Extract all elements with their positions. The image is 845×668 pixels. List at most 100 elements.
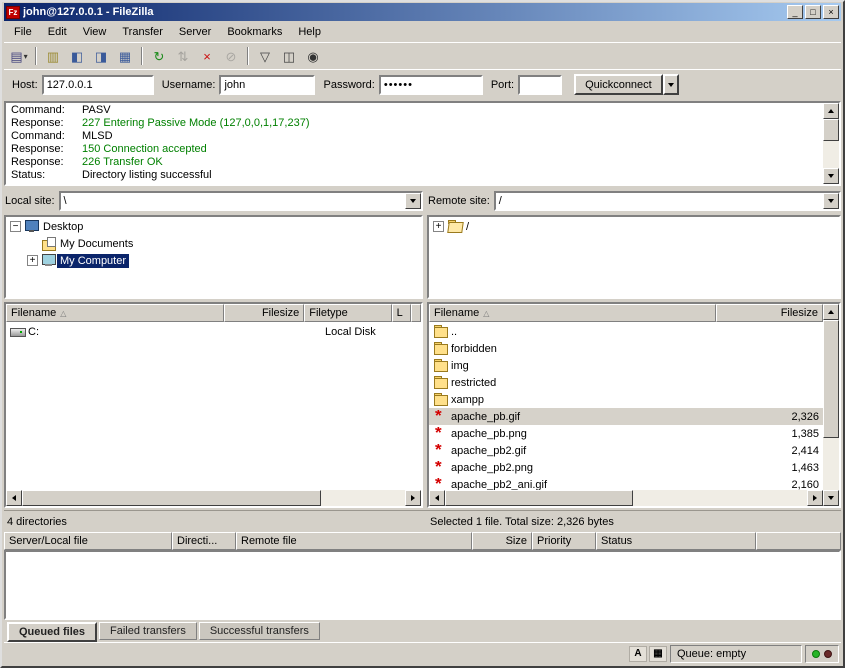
tree-item[interactable]: −Desktop <box>6 218 421 235</box>
transfer-type-icon[interactable]: A <box>629 646 647 662</box>
site-manager-button[interactable]: ▤▾ <box>7 45 31 67</box>
close-button[interactable]: × <box>823 5 839 19</box>
column-header-server-local-file[interactable]: Server/Local file <box>4 532 172 550</box>
disconnect-button: ⊘ <box>219 45 243 67</box>
remote-tree[interactable]: +/ <box>427 215 841 299</box>
cancel-button[interactable]: × <box>195 45 219 67</box>
column-header-priority[interactable]: Priority <box>532 532 596 550</box>
find-files-button[interactable]: ◉ <box>301 45 325 67</box>
file-row[interactable]: apache_pb.png1,385 <box>429 425 823 442</box>
column-header-filesize[interactable]: Filesize <box>224 304 304 322</box>
file-row[interactable]: C:Local Disk <box>6 323 421 340</box>
log-scrollbar[interactable] <box>823 103 839 184</box>
local-site-combo[interactable]: \ <box>59 191 423 211</box>
scroll-thumb[interactable] <box>22 490 321 506</box>
title-bar[interactable]: Fz john@127.0.0.1 - FileZilla _□× <box>4 3 841 21</box>
username-input[interactable] <box>219 75 315 95</box>
menu-item-transfer[interactable]: Transfer <box>114 24 171 40</box>
column-header-filesize[interactable]: Filesize <box>716 304 823 322</box>
column-header-directi[interactable]: Directi... <box>172 532 236 550</box>
file-row[interactable]: apache_pb2.png1,463 <box>429 459 823 476</box>
menu-item-bookmarks[interactable]: Bookmarks <box>219 24 290 40</box>
tab-successful-transfers[interactable]: Successful transfers <box>199 622 320 640</box>
username-label: Username: <box>162 79 216 91</box>
queue-toggle-button[interactable]: ▦ <box>113 45 137 67</box>
file-row[interactable]: apache_pb2.gif2,414 <box>429 442 823 459</box>
directory-comparison-button[interactable]: ◫ <box>277 45 301 67</box>
column-header-remote-file[interactable]: Remote file <box>236 532 472 550</box>
scroll-thumb[interactable] <box>823 119 839 141</box>
scroll-track[interactable] <box>445 490 807 506</box>
message-log-toggle-button[interactable]: ▥ <box>41 45 65 67</box>
tab-queued-files[interactable]: Queued files <box>7 622 97 642</box>
menu-item-view[interactable]: View <box>75 24 115 40</box>
file-row[interactable]: xampp <box>429 391 823 408</box>
scroll-thumb[interactable] <box>445 490 633 506</box>
menu-item-edit[interactable]: Edit <box>40 24 75 40</box>
socket-indicator-icon[interactable]: ▦ <box>649 646 667 662</box>
column-header-filetype[interactable]: Filetype <box>304 304 391 322</box>
scroll-down-button[interactable] <box>823 490 839 506</box>
menu-item-server[interactable]: Server <box>171 24 219 40</box>
scroll-track[interactable] <box>823 320 839 490</box>
password-input[interactable] <box>379 75 483 95</box>
file-name: apache_pb2_ani.gif <box>451 479 547 491</box>
scroll-up-button[interactable] <box>823 304 839 320</box>
port-input[interactable] <box>518 75 562 95</box>
collapse-icon[interactable]: − <box>10 221 21 232</box>
column-header-filename[interactable]: Filename△ <box>6 304 224 322</box>
local-file-list-body[interactable]: C:Local Disk <box>6 322 421 490</box>
local-horizontal-scrollbar[interactable] <box>6 490 421 506</box>
remote-site-combo[interactable]: / <box>494 191 841 211</box>
column-header-size[interactable]: Size <box>472 532 532 550</box>
local-tree[interactable]: −DesktopMy Documents+My Computer <box>4 215 423 299</box>
file-row[interactable]: apache_pb.gif2,326 <box>429 408 823 425</box>
scroll-left-button[interactable] <box>429 490 445 506</box>
file-row[interactable]: .. <box>429 323 823 340</box>
scroll-track[interactable] <box>823 119 839 168</box>
local-tree-toggle-button[interactable]: ◧ <box>65 45 89 67</box>
tab-failed-transfers[interactable]: Failed transfers <box>99 622 197 640</box>
remote-file-list-body[interactable]: ..forbiddenimgrestrictedxamppapache_pb.g… <box>429 322 823 490</box>
column-header-filename[interactable]: Filename△ <box>429 304 716 322</box>
toolbar-separator <box>35 47 37 65</box>
column-header-status[interactable]: Status <box>596 532 756 550</box>
scroll-right-button[interactable] <box>405 490 421 506</box>
filezilla-app-icon: Fz <box>6 6 20 19</box>
queue-body[interactable] <box>4 550 841 620</box>
minimize-button[interactable]: _ <box>787 5 803 19</box>
remote-vertical-scrollbar[interactable] <box>823 304 839 506</box>
local-site-dropdown-button[interactable] <box>405 193 421 209</box>
expand-icon[interactable]: + <box>27 255 38 266</box>
file-row[interactable]: img <box>429 357 823 374</box>
file-row[interactable]: apache_pb2_ani.gif2,160 <box>429 476 823 490</box>
scroll-down-button[interactable] <box>823 168 839 184</box>
maximize-button[interactable]: □ <box>805 5 821 19</box>
file-name-cell: apache_pb2.png <box>429 461 716 474</box>
queue-header: Server/Local fileDirecti...Remote fileSi… <box>4 532 841 550</box>
quickconnect-button[interactable]: Quickconnect <box>574 74 663 95</box>
tree-item[interactable]: +My Computer <box>6 252 421 269</box>
remote-horizontal-scrollbar[interactable] <box>429 490 823 506</box>
file-row[interactable]: forbidden <box>429 340 823 357</box>
scroll-right-button[interactable] <box>807 490 823 506</box>
tree-item[interactable]: My Documents <box>6 235 421 252</box>
queue-tabs: Queued filesFailed transfersSuccessful t… <box>4 620 841 642</box>
host-input[interactable] <box>42 75 154 95</box>
file-row[interactable]: restricted <box>429 374 823 391</box>
scroll-left-button[interactable] <box>6 490 22 506</box>
tree-item[interactable]: +/ <box>429 218 839 235</box>
expand-icon[interactable]: + <box>433 221 444 232</box>
refresh-button[interactable]: ↻ <box>147 45 171 67</box>
quickconnect-dropdown-button[interactable] <box>663 74 679 95</box>
scroll-thumb[interactable] <box>823 320 839 438</box>
filter-button[interactable]: ▽ <box>253 45 277 67</box>
menu-item-file[interactable]: File <box>6 24 40 40</box>
remote-tree-toggle-button[interactable]: ◨ <box>89 45 113 67</box>
column-header-l[interactable]: L <box>392 304 411 322</box>
remote-site-dropdown-button[interactable] <box>823 193 839 209</box>
menu-item-help[interactable]: Help <box>290 24 329 40</box>
scroll-up-button[interactable] <box>823 103 839 119</box>
scroll-track[interactable] <box>22 490 405 506</box>
queue-toggle-icon: ▦ <box>119 50 131 63</box>
